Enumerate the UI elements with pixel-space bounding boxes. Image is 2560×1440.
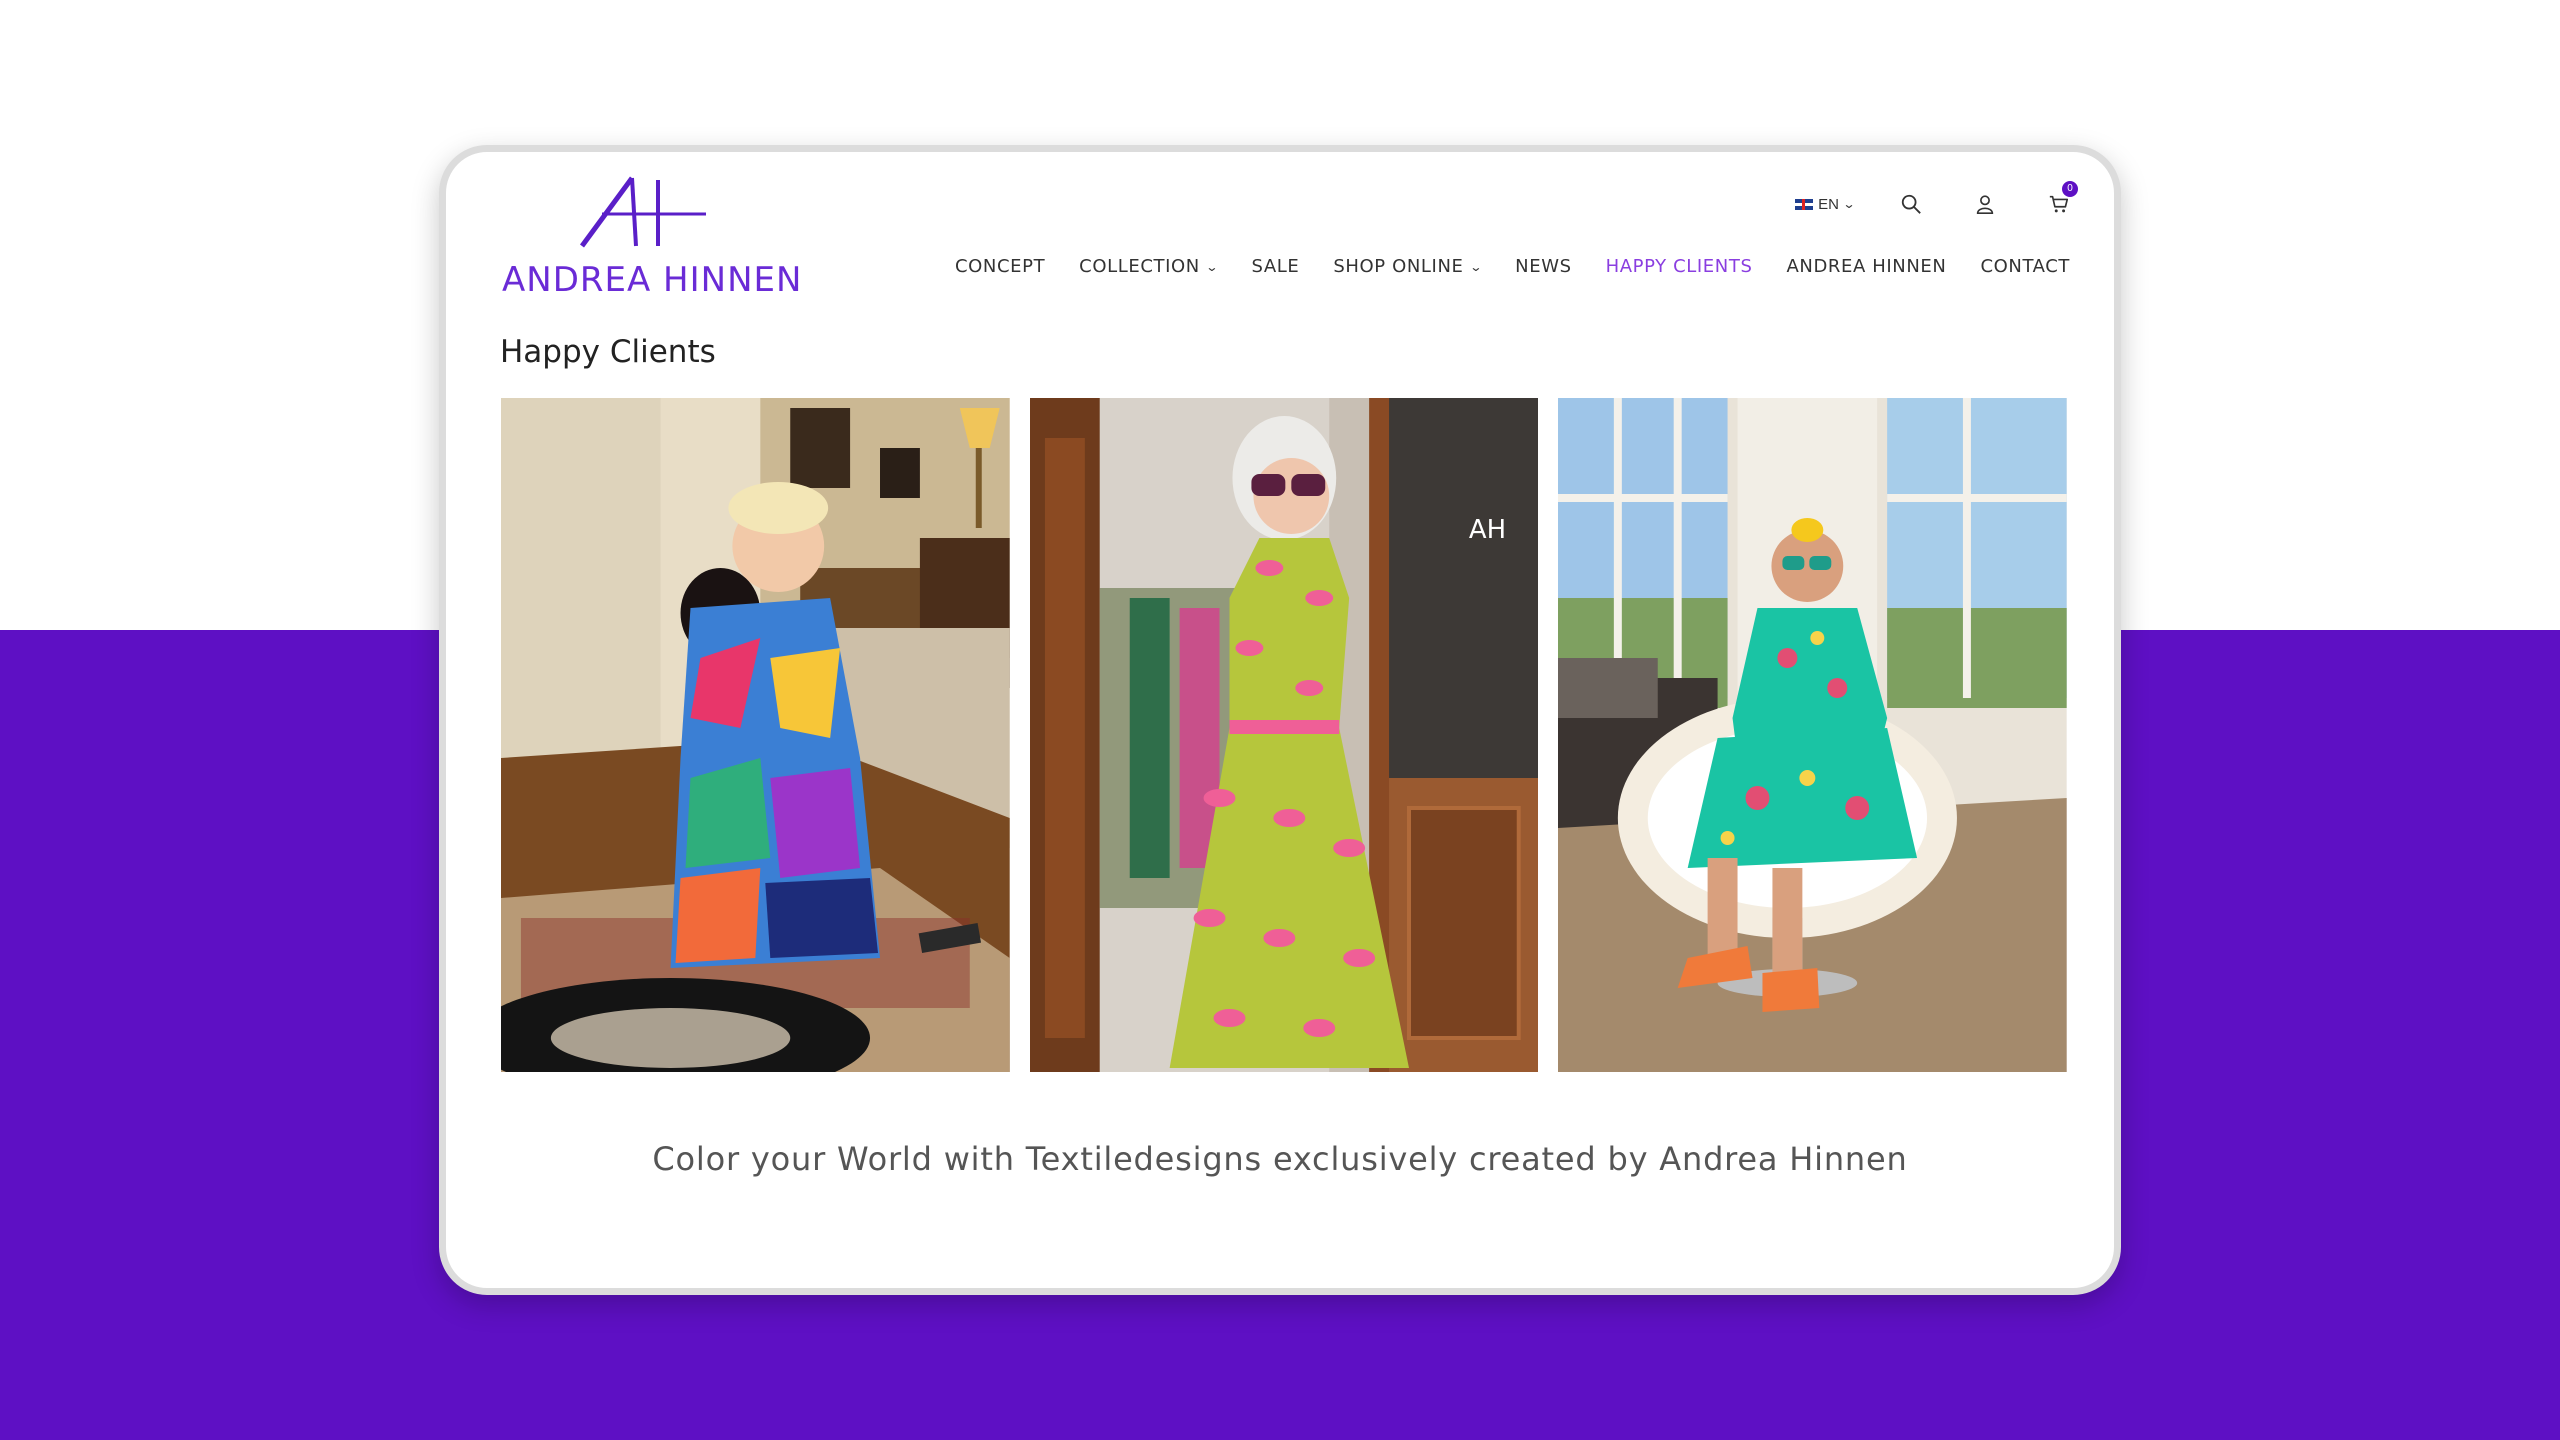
search-icon — [1901, 194, 1921, 214]
tablet-frame: ANDREA HINNEN EN ⌄ 0 CONCEPT COLLECTION … — [439, 145, 2121, 1295]
nav-item-andrea-hinnen[interactable]: ANDREA HINNEN — [1786, 256, 1946, 277]
client-photo-3[interactable] — [1558, 398, 2068, 1072]
cart-button[interactable]: 0 — [2042, 181, 2078, 221]
language-label: EN — [1818, 195, 1839, 213]
client-photo-1[interactable] — [501, 398, 1010, 1072]
nav-label: ANDREA HINNEN — [1786, 256, 1947, 277]
flag-uk-icon — [1795, 198, 1814, 210]
account-button[interactable] — [1968, 187, 2002, 221]
ah-monogram-icon — [579, 176, 706, 248]
logo-wordmark: ANDREA HINNEN — [502, 260, 803, 300]
client-photo-gallery: AH — [501, 398, 2068, 1072]
search-button[interactable] — [1894, 187, 1928, 221]
svg-text:AH: AH — [1469, 515, 1506, 545]
nav-label: CONCEPT — [954, 256, 1046, 277]
nav-item-sale[interactable]: SALE — [1252, 256, 1300, 277]
nav-label: COLLECTION — [1079, 256, 1200, 277]
nav-label: CONTACT — [1980, 256, 2070, 277]
nav-label: SHOP ONLINE — [1333, 256, 1464, 277]
nav-item-news[interactable]: NEWS — [1515, 256, 1571, 277]
nav-item-concept[interactable]: CONCEPT — [955, 256, 1045, 277]
nav-item-collection[interactable]: COLLECTION ⌄ — [1079, 256, 1220, 277]
user-icon — [1976, 195, 1994, 214]
cart-count-badge: 0 — [2062, 181, 2078, 197]
client-photo-3-image — [1558, 398, 2068, 1072]
language-switcher[interactable]: EN ⌄ — [1795, 195, 1856, 213]
page-tagline: Color your World with Textiledesigns exc… — [652, 1140, 1908, 1178]
nav-label: HAPPY CLIENTS — [1605, 256, 1753, 277]
nav-label: SALE — [1251, 256, 1300, 277]
nav-label: NEWS — [1515, 256, 1572, 277]
chevron-down-icon: ⌄ — [1468, 259, 1483, 274]
page-title: Happy Clients — [500, 334, 716, 370]
client-photo-1-image — [501, 398, 1010, 1072]
chevron-down-icon: ⌄ — [1842, 197, 1856, 211]
nav-item-happy-clients[interactable]: HAPPY CLIENTS — [1606, 256, 1753, 277]
utility-bar: EN ⌄ 0 — [1795, 181, 2078, 226]
client-photo-2[interactable]: AH — [1029, 398, 1539, 1072]
client-photo-2-image: AH — [1029, 398, 1539, 1072]
site-logo[interactable]: ANDREA HINNEN — [502, 176, 802, 306]
main-navigation: CONCEPT COLLECTION ⌄ SALE SHOP ONLINE ⌄ … — [955, 256, 2070, 277]
nav-item-contact[interactable]: CONTACT — [1980, 256, 2070, 277]
nav-item-shop-online[interactable]: SHOP ONLINE ⌄ — [1333, 256, 1483, 277]
chevron-down-icon: ⌄ — [1205, 259, 1220, 274]
